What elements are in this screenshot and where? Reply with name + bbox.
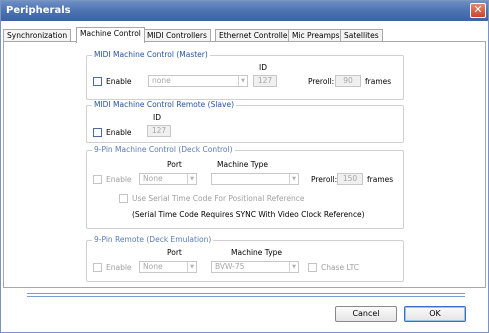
mmc-slave-group: MIDI Machine Control Remote (Slave) Enab…: [86, 100, 404, 143]
nine-pin-remote-port-value: None: [143, 262, 163, 271]
mmc-master-title: MIDI Machine Control (Master): [92, 50, 210, 59]
mmc-master-id-label: ID: [259, 63, 267, 72]
mmc-slave-enable-label: Enable: [106, 128, 132, 137]
cancel-button[interactable]: Cancel: [335, 306, 397, 322]
mmc-master-enable-label: Enable: [106, 77, 132, 86]
nine-pin-remote-port-label: Port: [167, 248, 182, 257]
nine-pin-control-enable-checkbox[interactable]: [93, 175, 102, 184]
separator-line: [27, 296, 465, 297]
mmc-master-id-field[interactable]: 127: [253, 75, 277, 87]
mmc-master-device-value: none: [152, 76, 171, 85]
nine-pin-remote-enable-label: Enable: [106, 263, 132, 272]
mmc-master-group: MIDI Machine Control (Master) Enable non…: [86, 50, 404, 100]
nine-pin-remote-machine-type-select[interactable]: BVW-75 ▼: [211, 261, 299, 273]
nine-pin-control-preroll-label: Preroll:: [311, 175, 338, 184]
peripherals-dialog: Peripherals ✕ Synchronization Machine Co…: [0, 0, 489, 333]
mmc-master-frames-label: frames: [365, 77, 392, 86]
nine-pin-remote-machine-type-value: BVW-75: [215, 262, 245, 271]
chevron-down-icon: ▼: [187, 174, 196, 184]
serial-time-code-note: (Serial Time Code Requires SYNC With Vid…: [132, 210, 365, 219]
nine-pin-control-port-label: Port: [167, 160, 182, 169]
nine-pin-control-port-value: None: [143, 174, 163, 183]
chase-ltc-label: Chase LTC: [321, 263, 360, 272]
machine-control-panel: MIDI Machine Control (Master) Enable non…: [3, 41, 486, 288]
mmc-slave-id-label: ID: [153, 113, 161, 122]
separator-line: [27, 293, 465, 294]
mmc-master-device-select[interactable]: none ▼: [148, 75, 248, 87]
mmc-master-preroll-field[interactable]: 90: [335, 75, 361, 87]
nine-pin-control-preroll-field[interactable]: 150: [337, 173, 363, 185]
nine-pin-control-port-select[interactable]: None ▼: [139, 173, 197, 185]
serial-time-code-checkbox[interactable]: [119, 194, 128, 203]
chevron-down-icon: ▼: [187, 262, 196, 272]
nine-pin-control-title: 9-Pin Machine Control (Deck Control): [92, 145, 235, 154]
nine-pin-remote-machine-type-label: Machine Type: [231, 248, 283, 257]
nine-pin-remote-port-select[interactable]: None ▼: [139, 261, 197, 273]
nine-pin-remote-group: 9-Pin Remote (Deck Emulation) Enable Por…: [86, 235, 404, 282]
mmc-slave-title: MIDI Machine Control Remote (Slave): [92, 100, 236, 109]
chevron-down-icon: ▼: [238, 76, 247, 86]
chevron-down-icon: ▼: [289, 174, 298, 184]
nine-pin-control-machine-type-label: Machine Type: [217, 160, 269, 169]
nine-pin-control-group: 9-Pin Machine Control (Deck Control) Ena…: [86, 145, 404, 229]
ok-button[interactable]: OK: [404, 306, 466, 322]
nine-pin-control-machine-type-select[interactable]: ▼: [211, 173, 299, 185]
nine-pin-remote-title: 9-Pin Remote (Deck Emulation): [92, 235, 214, 244]
nine-pin-control-enable-label: Enable: [106, 175, 132, 184]
window-title: Peripherals: [6, 5, 71, 16]
tab-machine-control[interactable]: Machine Control: [76, 27, 145, 43]
mmc-master-enable-checkbox[interactable]: [93, 77, 102, 86]
nine-pin-remote-enable-checkbox[interactable]: [93, 263, 102, 272]
chase-ltc-checkbox[interactable]: [308, 263, 317, 272]
nine-pin-control-frames-label: frames: [367, 175, 394, 184]
serial-time-code-label: Use Serial Time Code For Positional Refe…: [132, 194, 305, 203]
mmc-master-preroll-label: Preroll:: [308, 77, 335, 86]
chevron-down-icon: ▼: [289, 262, 298, 272]
title-bar[interactable]: Peripherals ✕: [1, 1, 488, 21]
mmc-slave-enable-checkbox[interactable]: [93, 128, 102, 137]
mmc-slave-id-field[interactable]: 127: [147, 125, 171, 137]
close-icon: ✕: [473, 3, 483, 16]
close-button[interactable]: ✕: [470, 3, 486, 18]
